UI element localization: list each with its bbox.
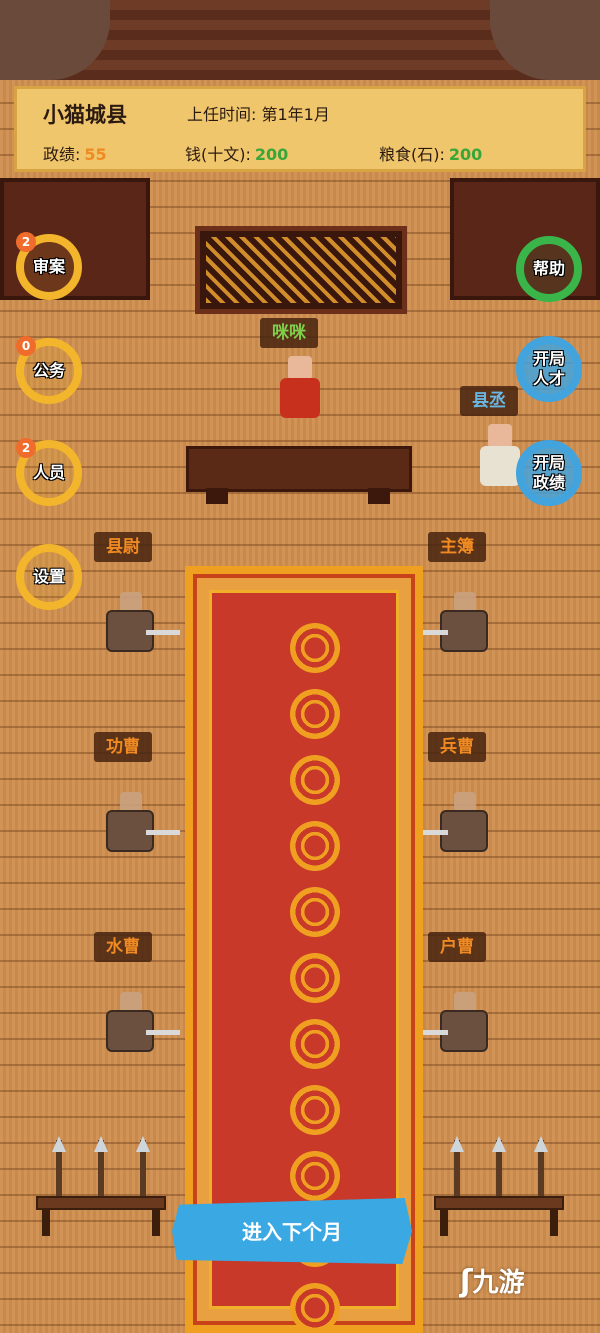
help-button[interactable]: 帮助 — [516, 236, 582, 302]
settings-label: 设置 — [32, 567, 65, 586]
start-merit-button[interactable]: 开局 政绩 — [516, 440, 582, 506]
help-label: 帮助 — [532, 259, 565, 278]
official-name-xianwei: 县尉 — [94, 532, 152, 562]
start-merit-text: 开局 政绩 — [532, 453, 565, 492]
start-merit-label: 开局 政绩 — [533, 453, 565, 493]
affairs-button[interactable]: 0 公务 — [16, 336, 82, 404]
magistrate-figure[interactable] — [276, 356, 324, 420]
carpet-medallion — [290, 953, 340, 1003]
desk-leg — [206, 488, 228, 504]
term-info: 上任时间: 第1年1月 — [187, 101, 330, 125]
staff-button[interactable]: 2 人员 — [16, 438, 82, 506]
official-name-zhubu: 主簿 — [428, 532, 486, 562]
official-seat-gongcao[interactable] — [106, 786, 180, 856]
magistrate-name: 咪咪 — [260, 318, 318, 348]
trial-button[interactable]: 2 审案 — [16, 232, 82, 300]
official-name-hucao: 户曹 — [428, 932, 486, 962]
staff-badge: 2 — [16, 438, 36, 458]
settings-button[interactable]: 设置 — [16, 544, 82, 610]
carpet-medallion — [290, 887, 340, 937]
grain-stat: 粮食(石): 200 — [379, 141, 482, 165]
desk-leg — [368, 488, 390, 504]
weapon-rack-left — [36, 1136, 166, 1236]
official-name-shuicao: 水曹 — [94, 932, 152, 962]
official-seat-bingcao[interactable] — [414, 786, 490, 856]
official-seat-xianwei[interactable] — [106, 586, 180, 656]
watermark-logo: ʃ九游 — [460, 1262, 524, 1299]
start-talent-text: 开局 人才 — [532, 349, 565, 388]
grain-label: 粮食(石): — [379, 145, 445, 164]
carpet-medallion — [290, 623, 340, 673]
affairs-badge: 0 — [16, 336, 36, 356]
money-label: 钱(十文): — [185, 145, 251, 164]
carpet-medallion — [290, 1019, 340, 1069]
assistant-name: 县丞 — [460, 386, 518, 416]
merit-stat: 政绩: 55 — [43, 141, 107, 165]
start-talent-label: 开局 人才 — [533, 349, 565, 389]
term-label: 上任时间: — [187, 105, 257, 124]
next-month-button[interactable]: 进入下个月 — [172, 1198, 412, 1264]
merit-value: 55 — [84, 145, 107, 164]
staff-label: 人员 — [32, 463, 65, 482]
status-bar: 小猫城县 上任时间: 第1年1月 政绩: 55 钱(十文): 200 粮食(石): 2… — [14, 86, 586, 172]
watermark-text: 九游 — [472, 1268, 525, 1298]
term-value: 第1年1月 — [261, 105, 330, 124]
grain-value: 200 — [448, 145, 483, 164]
official-name-gongcao: 功曹 — [94, 732, 152, 762]
carved-screen — [195, 226, 407, 314]
weapon-rack-right — [434, 1136, 564, 1236]
official-seat-shuicao[interactable] — [106, 986, 180, 1056]
county-name: 小猫城县 — [43, 103, 127, 127]
carpet-medallion — [290, 1151, 340, 1201]
start-talent-button[interactable]: 开局 人才 — [516, 336, 582, 402]
carpet-medallion — [290, 689, 340, 739]
money-stat: 钱(十文): 200 — [185, 141, 288, 165]
carpet-medallion — [290, 1283, 340, 1333]
affairs-label: 公务 — [32, 361, 65, 380]
official-name-bingcao: 兵曹 — [428, 732, 486, 762]
carpet-medallion — [290, 1085, 340, 1135]
next-month-label: 进入下个月 — [242, 1220, 342, 1244]
trial-label: 审案 — [32, 257, 65, 276]
carpet-medallion — [290, 821, 340, 871]
official-seat-zhubu[interactable] — [414, 586, 490, 656]
carpet-medallion — [290, 755, 340, 805]
trial-badge: 2 — [16, 232, 36, 252]
merit-label: 政绩: — [43, 145, 81, 164]
logo-glyph-icon: ʃ — [460, 1264, 473, 1299]
money-value: 200 — [254, 145, 289, 164]
official-seat-hucao[interactable] — [414, 986, 490, 1056]
magistrate-desk — [186, 446, 412, 492]
